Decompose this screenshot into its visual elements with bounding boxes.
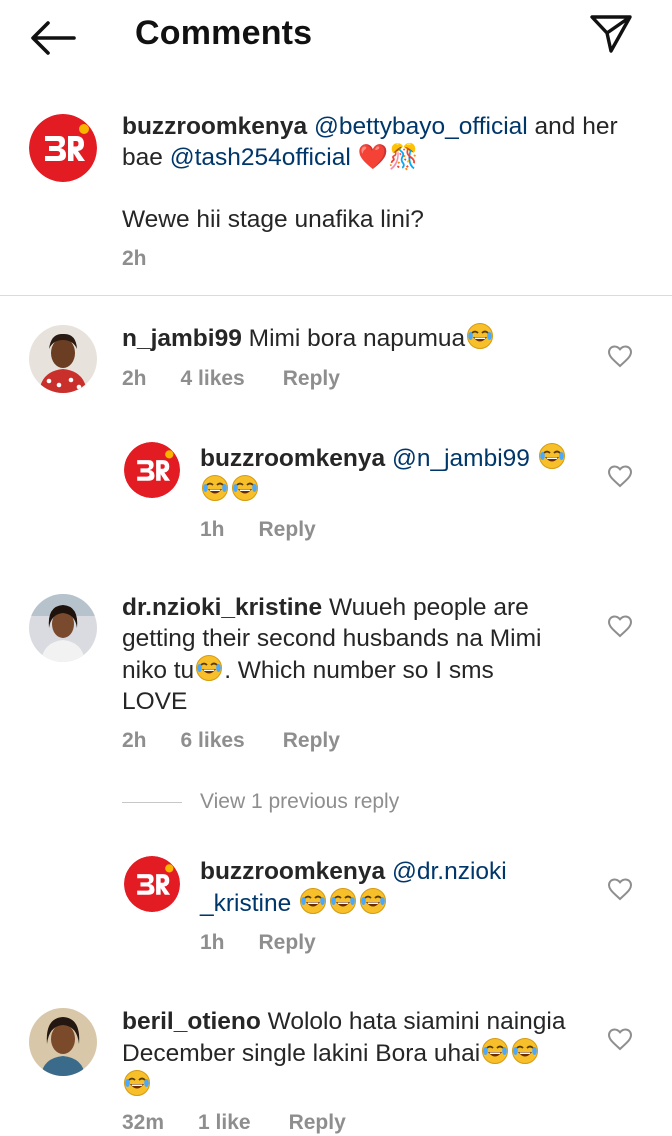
reply-meta: 1h Reply: [200, 518, 316, 542]
comment-username[interactable]: dr.nzioki_kristine: [122, 594, 322, 621]
caption-meta: 2h: [122, 247, 147, 271]
buzzroom-logo-icon: [124, 442, 180, 498]
avatar-buzzroomkenya[interactable]: [124, 856, 180, 912]
caption-body: Wewe hii stage unafika lini?: [122, 206, 424, 233]
laughing-emoji: [466, 322, 494, 350]
reply-text: buzzroomkenya @dr.nzioki _kristine: [200, 856, 600, 919]
comment-body-line2: December single lakini Bora uhai: [122, 1040, 481, 1067]
comment-meta: 2h 4 likes Reply: [122, 367, 340, 391]
buzzroom-logo-icon: [29, 114, 97, 182]
laughing-emoji: [538, 442, 566, 470]
paper-plane-icon: [590, 15, 632, 53]
reply-button[interactable]: Reply: [259, 518, 316, 542]
like-heart-icon[interactable]: [607, 344, 633, 368]
avatar-buzzroomkenya[interactable]: [124, 442, 180, 498]
comment-body-line2: getting their second husbands na Mimi: [122, 625, 542, 652]
buzzroom-logo-icon: [124, 856, 180, 912]
reply-time: 1h: [200, 931, 225, 954]
comment-likes[interactable]: 4 likes: [181, 367, 245, 391]
caption-time: 2h: [122, 247, 147, 270]
laughing-emoji: [299, 887, 327, 915]
laughing-emoji: [511, 1037, 539, 1065]
laughing-emoji: [195, 654, 223, 682]
divider: [0, 295, 672, 296]
comment-meta: 2h 6 likes Reply: [122, 729, 340, 753]
comment-body-line4: LOVE: [122, 688, 188, 715]
comment-body-line3b: . Which number so I sms: [224, 657, 494, 684]
comment-body-line1: Wololo hata siamini naingia: [267, 1008, 566, 1035]
comment-meta: 32m 1 like Reply: [122, 1111, 346, 1135]
laughing-emoji: [201, 474, 229, 502]
avatar-dr-nzioki-kristine[interactable]: [29, 594, 97, 662]
avatar-n-jambi99[interactable]: [29, 325, 97, 393]
reply-button[interactable]: Reply: [289, 1111, 346, 1135]
comment-time: 32m: [122, 1111, 165, 1134]
reply-username[interactable]: buzzroomkenya: [200, 858, 385, 885]
comment-time: 2h: [122, 367, 147, 390]
heart-confetti-emoji: ❤️🎊: [357, 144, 419, 171]
comment-text: dr.nzioki_kristine Wuueh people are gett…: [122, 592, 602, 717]
reply-button[interactable]: Reply: [259, 931, 316, 955]
comment-body-line3a: niko tu: [122, 657, 195, 684]
reply-text: buzzroomkenya @n_jambi99: [200, 442, 600, 506]
avatar-buzzroomkenya[interactable]: [29, 114, 97, 182]
comment-time: 2h: [122, 729, 147, 752]
avatar-beril-otieno[interactable]: [29, 1008, 97, 1076]
caption-username[interactable]: buzzroomkenya: [122, 113, 307, 140]
reply-time: 1h: [200, 518, 225, 541]
caption-text: buzzroomkenya @bettybayo_official and he…: [122, 111, 642, 173]
arrow-left-icon: [31, 21, 76, 55]
header-bar: Comments: [0, 0, 672, 76]
reply-mention-line2[interactable]: _kristine: [200, 890, 291, 917]
laughing-emoji: [481, 1037, 509, 1065]
reply-username[interactable]: buzzroomkenya: [200, 445, 385, 472]
comment-likes[interactable]: 6 likes: [181, 729, 245, 753]
caption-mention-2[interactable]: @tash254official: [170, 144, 351, 171]
comment-username[interactable]: n_jambi99: [122, 325, 242, 352]
caption-mention-1[interactable]: @bettybayo_official: [314, 113, 528, 140]
like-heart-icon[interactable]: [607, 614, 633, 638]
comment-body: Mimi bora napumua: [248, 325, 466, 352]
laughing-emoji: [359, 887, 387, 915]
profile-photo: [29, 594, 97, 662]
laughing-emoji: [231, 474, 259, 502]
laughing-emoji: [329, 887, 357, 915]
reply-mention-line1[interactable]: @dr.nzioki: [392, 858, 507, 885]
comment-body-line1: Wuueh people are: [328, 594, 529, 621]
comment-username[interactable]: beril_otieno: [122, 1008, 261, 1035]
like-heart-icon[interactable]: [607, 464, 633, 488]
laughing-emoji: [123, 1069, 151, 1097]
share-button[interactable]: [588, 12, 634, 54]
profile-photo: [29, 1008, 97, 1076]
reply-mention[interactable]: @n_jambi99: [392, 445, 530, 472]
reply-button[interactable]: Reply: [283, 367, 340, 391]
view-previous-replies-button[interactable]: View 1 previous reply: [200, 790, 399, 814]
profile-photo: [29, 325, 97, 393]
page-title: Comments: [135, 14, 313, 52]
reply-button[interactable]: Reply: [283, 729, 340, 753]
comment-likes[interactable]: 1 like: [198, 1111, 251, 1135]
comment-text: beril_otieno Wololo hata siamini naingia…: [122, 1006, 602, 1101]
reply-meta: 1h Reply: [200, 931, 316, 955]
like-heart-icon[interactable]: [607, 1027, 633, 1051]
comment-text: n_jambi99 Mimi bora napumua: [122, 322, 495, 354]
view-replies-line: [122, 802, 182, 803]
back-button[interactable]: [28, 18, 78, 58]
like-heart-icon[interactable]: [607, 877, 633, 901]
